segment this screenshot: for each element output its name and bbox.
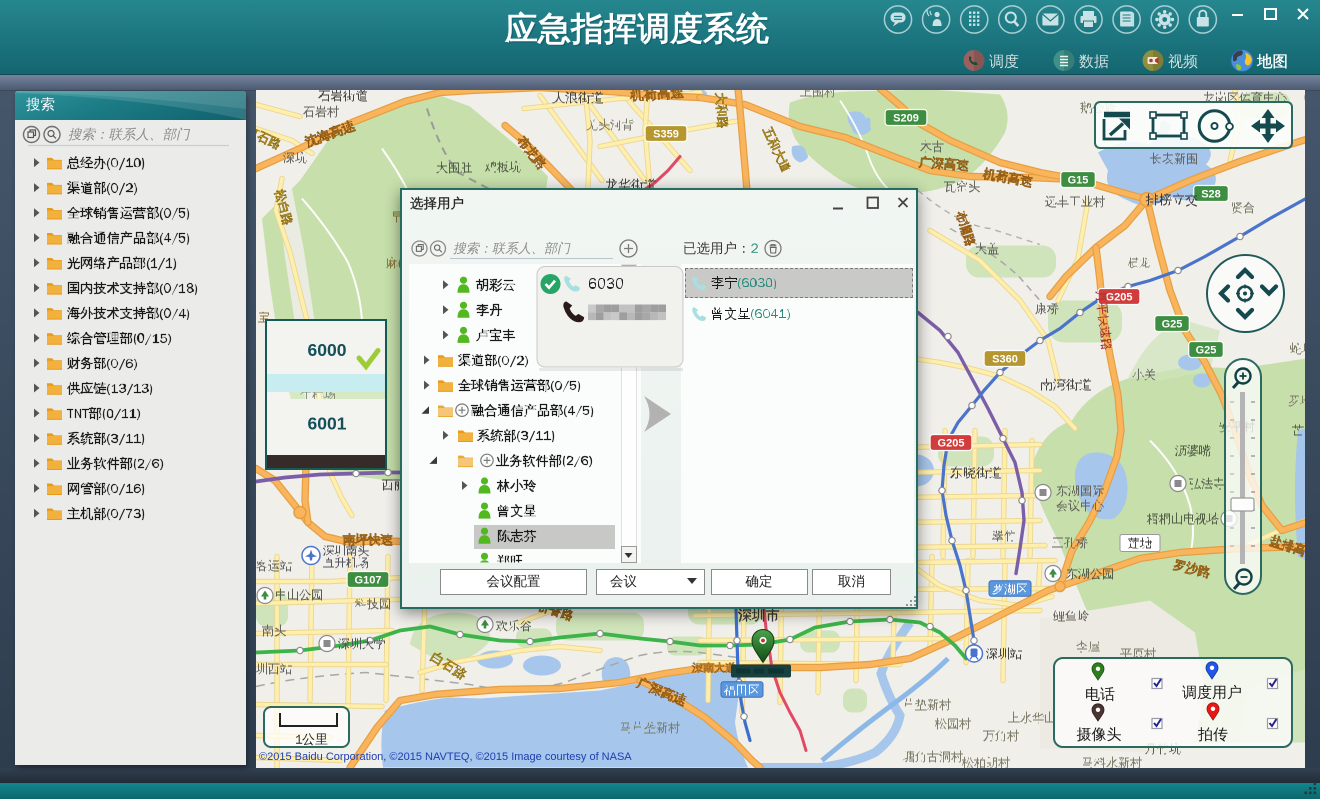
svg-text:G25: G25 [1162,318,1183,330]
svg-text:S359: S359 [653,128,679,140]
svg-text:G205: G205 [938,437,965,449]
svg-text:G205: G205 [1106,291,1133,303]
svg-text:G107: G107 [355,574,382,586]
svg-text:G15: G15 [1068,174,1089,186]
svg-text:S360: S360 [992,353,1018,365]
svg-text:S28: S28 [1201,188,1221,200]
svg-text:G25: G25 [1196,344,1217,356]
svg-text:S209: S209 [893,112,919,124]
